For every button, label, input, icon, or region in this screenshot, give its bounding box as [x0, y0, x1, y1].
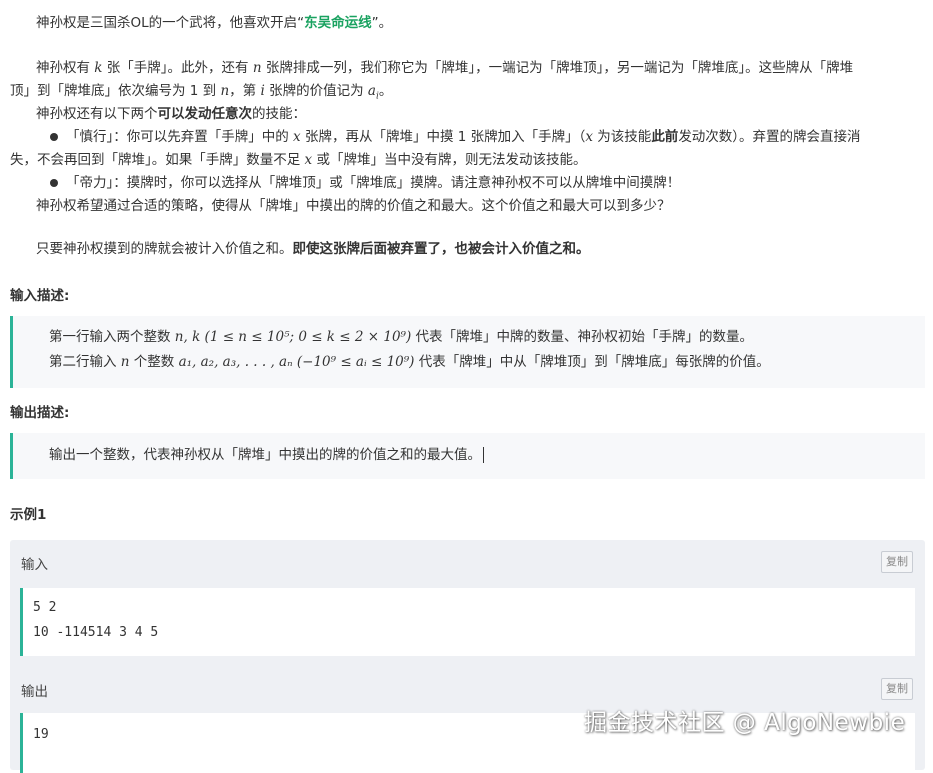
- text: 代表「牌堆」中从「牌堆顶」到「牌堆底」每张牌的价值。: [414, 354, 770, 370]
- code-line: 5 2: [33, 600, 57, 615]
- math-n: n: [220, 83, 230, 99]
- copy-input-button[interactable]: 复制: [881, 551, 913, 573]
- text: 第二行输入: [49, 354, 121, 370]
- example-input-code[interactable]: 5 2 10 -114514 3 4 5: [20, 588, 915, 656]
- intro-highlight: 东吴命运线: [304, 15, 372, 31]
- watermark: 掘金技术社区 @ AlgoNewbie: [584, 710, 906, 736]
- text: 张牌的价值记为: [264, 83, 368, 99]
- text: 代表「牌堆」中牌的数量、神孙权初始「手牌」的数量。: [411, 329, 754, 345]
- text: 只要神孙权摸到的牌就会被计入价值之和。: [36, 241, 293, 257]
- note-line: 只要神孙权摸到的牌就会被计入价值之和。即使这张牌后面被弃置了，也被会计入价值之和…: [36, 238, 590, 260]
- example-input-label: 输入: [21, 557, 48, 573]
- example-output-label: 输出: [21, 684, 48, 700]
- math-a: a: [367, 83, 376, 99]
- text: ，第: [229, 83, 261, 99]
- bullet-icon: [50, 178, 58, 187]
- text: 发动次数）。弃置的牌会直接消: [678, 129, 861, 145]
- skill-bullet-1: 「慎行」：你可以先弃置「手牌」中的 x 张牌，再从「牌堆」中摸 1 张牌加入「手…: [50, 126, 861, 148]
- output-desc-block: 输出一个整数，代表神孙权从「牌堆」中摸出的牌的价值之和的最大值。: [10, 433, 925, 479]
- math-constraint: a₁, a₂, a₃, . . . , aₙ (−10⁹ ≤ aᵢ ≤ 10⁹): [178, 354, 415, 370]
- text: 张牌排成一列，我们称它为「牌堆」，一端记为「牌堆顶」，另一端记为「牌堆底」。这些…: [261, 60, 854, 76]
- text: 失，不会再回到「牌堆」。如果「手牌」数量不足: [10, 152, 305, 168]
- output-desc-title: 输出描述:: [10, 405, 70, 421]
- input-desc-block: 第一行输入两个整数 n, k (1 ≤ n ≤ 10⁵; 0 ≤ k ≤ 2 ×…: [10, 316, 925, 388]
- math-constraint: n, k (1 ≤ n ≤ 10⁵; 0 ≤ k ≤ 2 × 10⁹): [174, 329, 412, 345]
- text: 第一行输入两个整数: [49, 329, 175, 345]
- text: 的技能：: [252, 106, 306, 122]
- math-n: n: [120, 354, 130, 370]
- text: 神孙权希望通过合适的策略，使得从「牌堆」中摸出的牌的价值之和最大。这个价值之和最…: [36, 198, 671, 214]
- code-line: 19: [33, 727, 49, 742]
- bold-text: 此前: [651, 129, 679, 145]
- skill-bullet-2: 「帝力」：摸牌时，你可以选择从「牌堆顶」或「牌堆底」摸牌。请注意神孙权不可以从牌…: [50, 172, 680, 194]
- bold-text: 即使这张牌后面被弃置了，也被会计入价值之和。: [292, 241, 590, 257]
- text: 「帝力」：摸牌时，你可以选择从「牌堆顶」或「牌堆底」摸牌。请注意神孙权不可以从牌…: [66, 175, 681, 191]
- question-line: 神孙权希望通过合适的策略，使得从「牌堆」中摸出的牌的价值之和最大。这个价值之和最…: [36, 195, 671, 217]
- text-cursor: [483, 447, 484, 463]
- text: 或「牌堆」当中没有牌，则无法发动该技能。: [312, 152, 587, 168]
- text: 顶」到「牌堆底」依次编号为 1 到: [10, 83, 221, 99]
- text: 输出一个整数，代表神孙权从「牌堆」中摸出的牌的价值之和的最大值。: [49, 447, 481, 463]
- math-x: x: [585, 129, 594, 145]
- intro-text: 神孙权是三国杀OL的一个武将，他喜欢开启“: [36, 15, 305, 31]
- math-x: x: [293, 129, 301, 145]
- code-line: 10 -114514 3 4 5: [33, 625, 159, 640]
- text: 神孙权还有以下两个: [36, 106, 158, 122]
- text: 。: [378, 83, 393, 99]
- intro-line: 神孙权是三国杀OL的一个武将，他喜欢开启“东吴命运线”。: [36, 12, 392, 34]
- intro-text-end: ”。: [371, 15, 393, 31]
- copy-output-button[interactable]: 复制: [881, 678, 913, 700]
- output-desc-line1: 输出一个整数，代表神孙权从「牌堆」中摸出的牌的价值之和的最大值。: [49, 443, 484, 467]
- text: 神孙权有: [36, 60, 95, 76]
- math-a-i: ai: [367, 83, 379, 102]
- example-title: 示例1: [10, 507, 47, 523]
- text: 张牌，再从「牌堆」中摸 1 张牌加入「手牌」（: [300, 129, 586, 145]
- skill-bullet-1-cont: 失，不会再回到「牌堆」。如果「手牌」数量不足 x 或「牌堆」当中没有牌，则无法发…: [10, 149, 586, 171]
- bold-text: 可以发动任意次: [157, 106, 253, 122]
- skills-intro: 神孙权还有以下两个可以发动任意次的技能：: [36, 103, 306, 125]
- text: 为该技能: [593, 129, 652, 145]
- text: 个整数: [129, 354, 179, 370]
- bullet-icon: [50, 132, 58, 141]
- text: 张「手牌」。此外，还有: [102, 60, 253, 76]
- input-desc-title: 输入描述:: [10, 288, 70, 304]
- input-desc-line2: 第二行输入 n 个整数 a₁, a₂, a₃, . . . , aₙ (−10⁹…: [49, 350, 770, 374]
- math-n: n: [252, 60, 262, 76]
- text: 「慎行」：你可以先弃置「手牌」中的: [66, 129, 294, 145]
- input-desc-line1: 第一行输入两个整数 n, k (1 ≤ n ≤ 10⁵; 0 ≤ k ≤ 2 ×…: [49, 325, 753, 349]
- para-cards-line1: 神孙权有 k 张「手牌」。此外，还有 n 张牌排成一列，我们称它为「牌堆」，一端…: [36, 57, 853, 79]
